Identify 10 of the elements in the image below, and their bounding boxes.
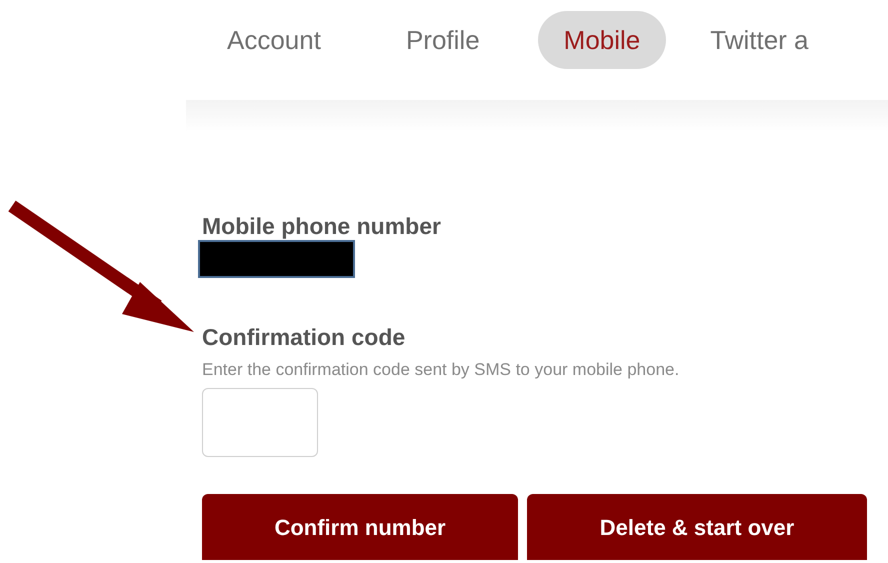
field-label: Confirmation code [202,323,406,351]
action-button[interactable]: Delete & start over [527,494,867,560]
tab[interactable]: Twitter a [710,11,808,69]
input-field[interactable] [202,388,318,457]
tab[interactable]: Account [186,11,362,69]
tab[interactable]: Profile [362,11,524,69]
hint-text: Enter the confirmation code sent by SMS to your mobile phone. [202,359,680,381]
field-label: Mobile phone number [202,212,441,240]
tab[interactable]: Mobile [538,11,666,69]
action-button[interactable]: Confirm number [202,494,518,560]
